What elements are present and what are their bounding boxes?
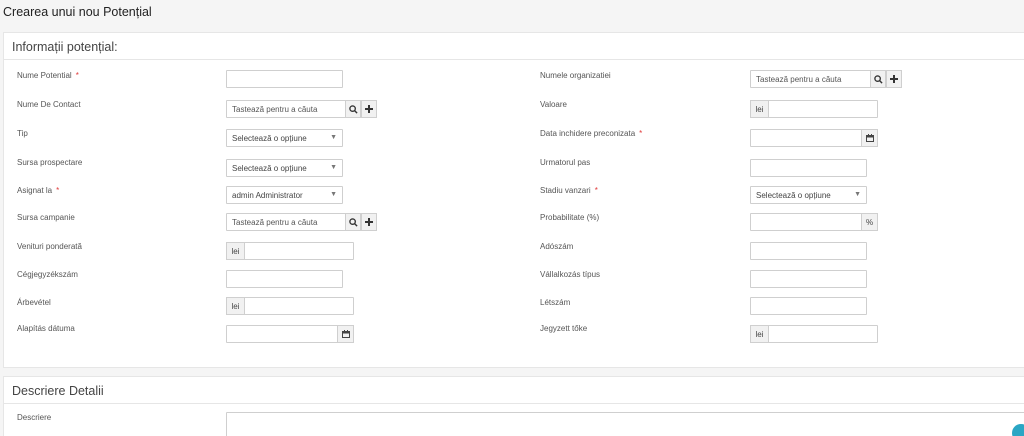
description-panel-header: Descriere Detalii xyxy=(4,377,1024,404)
sursa-prospectare-label: Sursa prospectare xyxy=(17,158,83,167)
sursa-prospectare-select[interactable]: Selectează o opțiune ▼ xyxy=(226,159,343,177)
chevron-down-icon: ▼ xyxy=(330,191,337,198)
vallalkozas-tipus-input[interactable] xyxy=(750,270,867,288)
search-icon xyxy=(348,217,358,227)
description-panel-title: Descriere Detalii xyxy=(12,384,104,398)
adoszam-label: Adószám xyxy=(540,242,574,251)
data-inchidere-label: Data inchidere preconizata * xyxy=(540,129,643,138)
asignat-la-select[interactable]: admin Administrator ▼ xyxy=(226,186,343,204)
sursa-campanie-input[interactable]: Tastează pentru a căuta xyxy=(226,213,377,231)
chevron-down-icon: ▼ xyxy=(854,191,861,198)
nume-potential-label: Nume Potential * xyxy=(17,71,79,80)
numele-organizatiei-add-button[interactable] xyxy=(886,70,902,88)
arbevetel-input[interactable]: lei xyxy=(226,297,354,315)
probabilitate-label: Probabilitate (%) xyxy=(540,213,600,222)
plus-icon xyxy=(365,218,373,226)
venituri-ponderata-label: Venituri ponderată xyxy=(17,242,82,251)
calendar-icon xyxy=(865,134,874,142)
alapitas-datuma-label: Alapítás dátuma xyxy=(17,324,75,333)
jegyzett-toke-label: Jegyzett tőke xyxy=(540,324,588,333)
cegjegyzekszam-label: Cégjegyzékszám xyxy=(17,270,78,279)
numele-organizatiei-label: Numele organizatiei xyxy=(540,71,611,80)
stadiu-vanzari-select[interactable]: Selectează o opțiune ▼ xyxy=(750,186,867,204)
currency-prefix: lei xyxy=(750,100,769,118)
probabilitate-input[interactable]: % xyxy=(750,213,878,231)
jegyzett-toke-input[interactable]: lei xyxy=(750,325,878,343)
alapitas-datuma-input[interactable] xyxy=(226,325,354,343)
sursa-campanie-label: Sursa campanie xyxy=(17,213,75,222)
info-panel: Informații potențial: Nume Potential * Nu… xyxy=(3,32,1024,368)
stadiu-vanzari-selected-value: Selectează o opțiune xyxy=(756,191,831,200)
letszam-input[interactable] xyxy=(750,297,867,315)
tip-selected-value: Selectează o opțiune xyxy=(232,134,307,143)
alapitas-datuma-calendar-button[interactable] xyxy=(337,325,354,343)
venituri-ponderata-input[interactable]: lei xyxy=(226,242,354,260)
search-icon xyxy=(873,74,883,84)
sursa-campanie-placeholder: Tastează pentru a căuta xyxy=(232,218,318,227)
descriere-label: Descriere xyxy=(17,413,52,422)
nume-potential-input[interactable] xyxy=(226,70,343,88)
nume-contact-add-button[interactable] xyxy=(361,100,377,118)
nume-contact-placeholder: Tastează pentru a căuta xyxy=(232,105,318,114)
currency-prefix: lei xyxy=(226,242,245,260)
adoszam-input[interactable] xyxy=(750,242,867,260)
info-panel-title: Informații potențial: xyxy=(12,40,118,54)
tip-label: Tip xyxy=(17,129,28,138)
data-inchidere-calendar-button[interactable] xyxy=(861,129,878,147)
percent-suffix: % xyxy=(861,213,878,231)
asignat-la-label: Asignat la * xyxy=(17,186,60,195)
urmatorul-pas-label: Urmatorul pas xyxy=(540,158,591,167)
chevron-down-icon: ▼ xyxy=(330,164,337,171)
valoare-label: Valoare xyxy=(540,100,567,109)
nume-contact-input[interactable]: Tastează pentru a căuta xyxy=(226,100,377,118)
currency-prefix: lei xyxy=(226,297,245,315)
currency-prefix: lei xyxy=(750,325,769,343)
stadiu-vanzari-label: Stadiu vanzari * xyxy=(540,186,598,195)
help-fab-button[interactable] xyxy=(1012,424,1024,436)
page-title: Crearea unui nou Potențial xyxy=(3,5,152,19)
sursa-prospectare-selected-value: Selectează o opțiune xyxy=(232,164,307,173)
descriere-textarea[interactable] xyxy=(226,412,1024,436)
sursa-campanie-add-button[interactable] xyxy=(361,213,377,231)
numele-organizatiei-input[interactable]: Tastează pentru a căuta xyxy=(750,70,902,88)
numele-organizatiei-search-button[interactable] xyxy=(870,70,886,88)
search-icon xyxy=(348,104,358,114)
sursa-campanie-search-button[interactable] xyxy=(345,213,361,231)
description-panel: Descriere Detalii Descriere xyxy=(3,376,1024,436)
info-panel-header: Informații potențial: xyxy=(4,33,1024,60)
valoare-input[interactable]: lei xyxy=(750,100,878,118)
plus-icon xyxy=(890,75,898,83)
asignat-la-selected-value: admin Administrator xyxy=(232,191,303,200)
nume-contact-search-button[interactable] xyxy=(345,100,361,118)
calendar-icon xyxy=(341,330,350,338)
nume-contact-label: Nume De Contact xyxy=(17,100,81,109)
letszam-label: Létszám xyxy=(540,298,571,307)
cegjegyzekszam-input[interactable] xyxy=(226,270,343,288)
chevron-down-icon: ▼ xyxy=(330,134,337,141)
vallalkozas-tipus-label: Vállalkozás típus xyxy=(540,270,601,279)
tip-select[interactable]: Selectează o opțiune ▼ xyxy=(226,129,343,147)
arbevetel-label: Árbevétel xyxy=(17,298,51,307)
numele-organizatiei-placeholder: Tastează pentru a căuta xyxy=(756,75,842,84)
data-inchidere-input[interactable] xyxy=(750,129,878,147)
urmatorul-pas-input[interactable] xyxy=(750,159,867,177)
plus-icon xyxy=(365,105,373,113)
